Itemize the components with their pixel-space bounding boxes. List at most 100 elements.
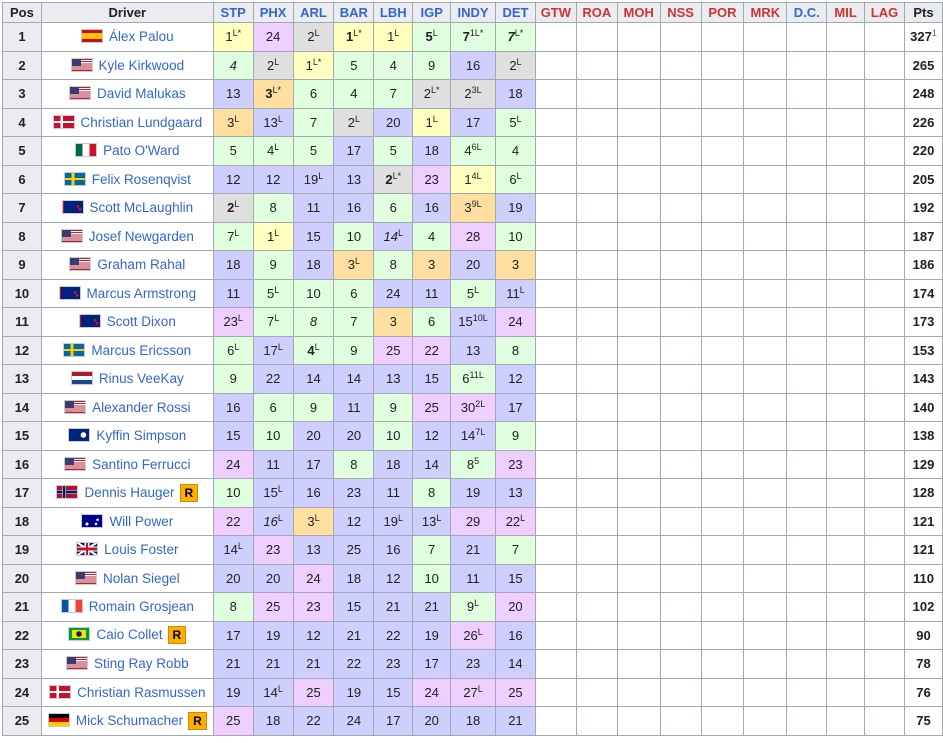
result-position: 16 bbox=[424, 200, 439, 216]
driver-link[interactable]: Christian Lundgaard bbox=[81, 115, 203, 130]
usa-flag-canton bbox=[76, 571, 86, 579]
race-header-nss[interactable]: NSS bbox=[659, 2, 702, 23]
result-position: 11 bbox=[506, 285, 520, 301]
driver-link[interactable]: Scott McLaughlin bbox=[90, 200, 194, 215]
driver-link[interactable]: Kyffin Simpson bbox=[96, 428, 186, 443]
result-position: 10 bbox=[508, 228, 523, 244]
race-header-roa[interactable]: ROA bbox=[575, 2, 618, 23]
result-annotation: L bbox=[474, 598, 480, 609]
race-header-indy[interactable]: INDY bbox=[450, 2, 496, 23]
driver-link[interactable]: Romain Grosjean bbox=[89, 599, 194, 614]
race-header-dc[interactable]: D.C. bbox=[786, 2, 828, 23]
driver-link[interactable]: Alexander Rossi bbox=[92, 400, 190, 415]
race-header-moh[interactable]: MOH bbox=[616, 2, 661, 23]
empty-result-cell bbox=[743, 50, 788, 80]
driver-link[interactable]: Graham Rahal bbox=[97, 257, 185, 272]
driver-link[interactable]: Marcus Ericsson bbox=[91, 343, 191, 358]
race-header-igp[interactable]: IGP bbox=[412, 2, 452, 23]
driver-link[interactable]: David Malukas bbox=[97, 86, 186, 101]
empty-result-cell bbox=[575, 592, 618, 622]
empty-result-cell bbox=[743, 620, 788, 650]
race-header-gtw[interactable]: GTW bbox=[534, 2, 577, 23]
driver-link[interactable]: Scott Dixon bbox=[107, 314, 176, 329]
result-position: 6 bbox=[350, 285, 358, 301]
empty-result-cell bbox=[826, 506, 866, 536]
driver-link[interactable]: Will Power bbox=[109, 514, 173, 529]
result-cell: 23 bbox=[292, 592, 335, 622]
race-header-stp[interactable]: STP bbox=[212, 2, 254, 23]
empty-result-cell bbox=[575, 364, 618, 394]
driver-link[interactable]: Felix Rosenqvist bbox=[92, 172, 191, 187]
race-header-phx[interactable]: PHX bbox=[252, 2, 294, 23]
empty-result-cell bbox=[534, 592, 577, 622]
driver-link[interactable]: Rinus VeeKay bbox=[99, 371, 184, 386]
race-header-det[interactable]: DET bbox=[495, 2, 536, 23]
empty-result-cell bbox=[743, 506, 788, 536]
germany-flag-icon bbox=[47, 712, 70, 727]
driver-link[interactable]: Marcus Armstrong bbox=[87, 286, 197, 301]
race-header-mrk[interactable]: MRK bbox=[743, 2, 788, 23]
points-value: 76 bbox=[916, 684, 931, 700]
result-annotation: L bbox=[277, 341, 283, 352]
driver-link[interactable]: Santino Ferrucci bbox=[92, 457, 190, 472]
result-position: 18 bbox=[225, 257, 241, 273]
empty-result-cell bbox=[575, 79, 618, 109]
empty-result-cell bbox=[534, 706, 577, 736]
empty-result-cell bbox=[864, 364, 905, 394]
table-row: 5 Pato O'Ward 5 4L 5 17 5 18 46L 4 220 bbox=[2, 136, 943, 166]
driver-link[interactable]: Álex Palou bbox=[109, 29, 174, 44]
driver-link[interactable]: Mick Schumacher bbox=[76, 713, 183, 728]
result-cell: 18 bbox=[252, 706, 294, 736]
result-position: 18 bbox=[424, 143, 439, 159]
result-position: 10 bbox=[265, 428, 281, 444]
points-cell: 173 bbox=[903, 307, 943, 337]
empty-result-cell bbox=[616, 620, 661, 650]
empty-result-cell bbox=[864, 278, 905, 308]
empty-result-cell bbox=[659, 136, 702, 166]
result-position: 25 bbox=[225, 713, 241, 729]
driver-link[interactable]: Pato O'Ward bbox=[103, 143, 179, 158]
driver-link[interactable]: Sting Ray Robb bbox=[94, 656, 189, 671]
result-position: 10 bbox=[386, 428, 401, 444]
empty-result-cell bbox=[700, 677, 745, 707]
result-position: 8 bbox=[350, 456, 358, 472]
driver-cell: Pato O'Ward bbox=[40, 136, 214, 166]
position-cell: 20 bbox=[2, 563, 42, 593]
empty-result-cell bbox=[786, 164, 828, 194]
empty-result-cell bbox=[864, 506, 905, 536]
empty-result-cell bbox=[659, 79, 702, 109]
result-position: 8 bbox=[309, 314, 318, 330]
driver-link[interactable]: Nolan Siegel bbox=[103, 571, 180, 586]
driver-link[interactable]: Caio Collet bbox=[96, 627, 162, 642]
result-annotation: L bbox=[274, 142, 280, 153]
result-position: 5 bbox=[389, 143, 397, 159]
race-header-mil[interactable]: MIL bbox=[826, 2, 866, 23]
race-header-arl[interactable]: ARL bbox=[292, 2, 335, 23]
points-footnote-link[interactable]: 1 bbox=[932, 28, 937, 38]
result-cell: 23 bbox=[252, 535, 294, 565]
driver-link[interactable]: Louis Foster bbox=[104, 542, 178, 557]
driver-link[interactable]: Josef Newgarden bbox=[89, 229, 194, 244]
driver-link[interactable]: Kyle Kirkwood bbox=[99, 58, 185, 73]
result-annotation: L bbox=[432, 113, 438, 124]
race-header-lag[interactable]: LAG bbox=[864, 2, 905, 23]
race-header-bar[interactable]: BAR bbox=[333, 2, 375, 23]
result-cell: 5 bbox=[373, 136, 414, 166]
empty-result-cell bbox=[616, 79, 661, 109]
race-header-por[interactable]: POR bbox=[700, 2, 745, 23]
points-value: 129 bbox=[912, 456, 935, 472]
race-header-lbh[interactable]: LBH bbox=[373, 2, 414, 23]
empty-result-cell bbox=[743, 250, 788, 280]
driver-link[interactable]: Dennis Hauger bbox=[84, 485, 174, 500]
result-cell: 3 bbox=[412, 250, 452, 280]
empty-result-cell bbox=[616, 164, 661, 194]
empty-result-cell bbox=[826, 335, 866, 365]
driver-link[interactable]: Christian Rasmussen bbox=[77, 685, 205, 700]
result-annotation: L bbox=[274, 227, 280, 238]
result-position: 15 bbox=[306, 228, 321, 244]
result-annotation: L* bbox=[353, 28, 362, 39]
result-cell: 24 bbox=[212, 449, 254, 479]
empty-result-cell bbox=[786, 136, 828, 166]
result-position: 17 bbox=[225, 627, 241, 643]
mexico-flag-icon bbox=[75, 143, 98, 158]
